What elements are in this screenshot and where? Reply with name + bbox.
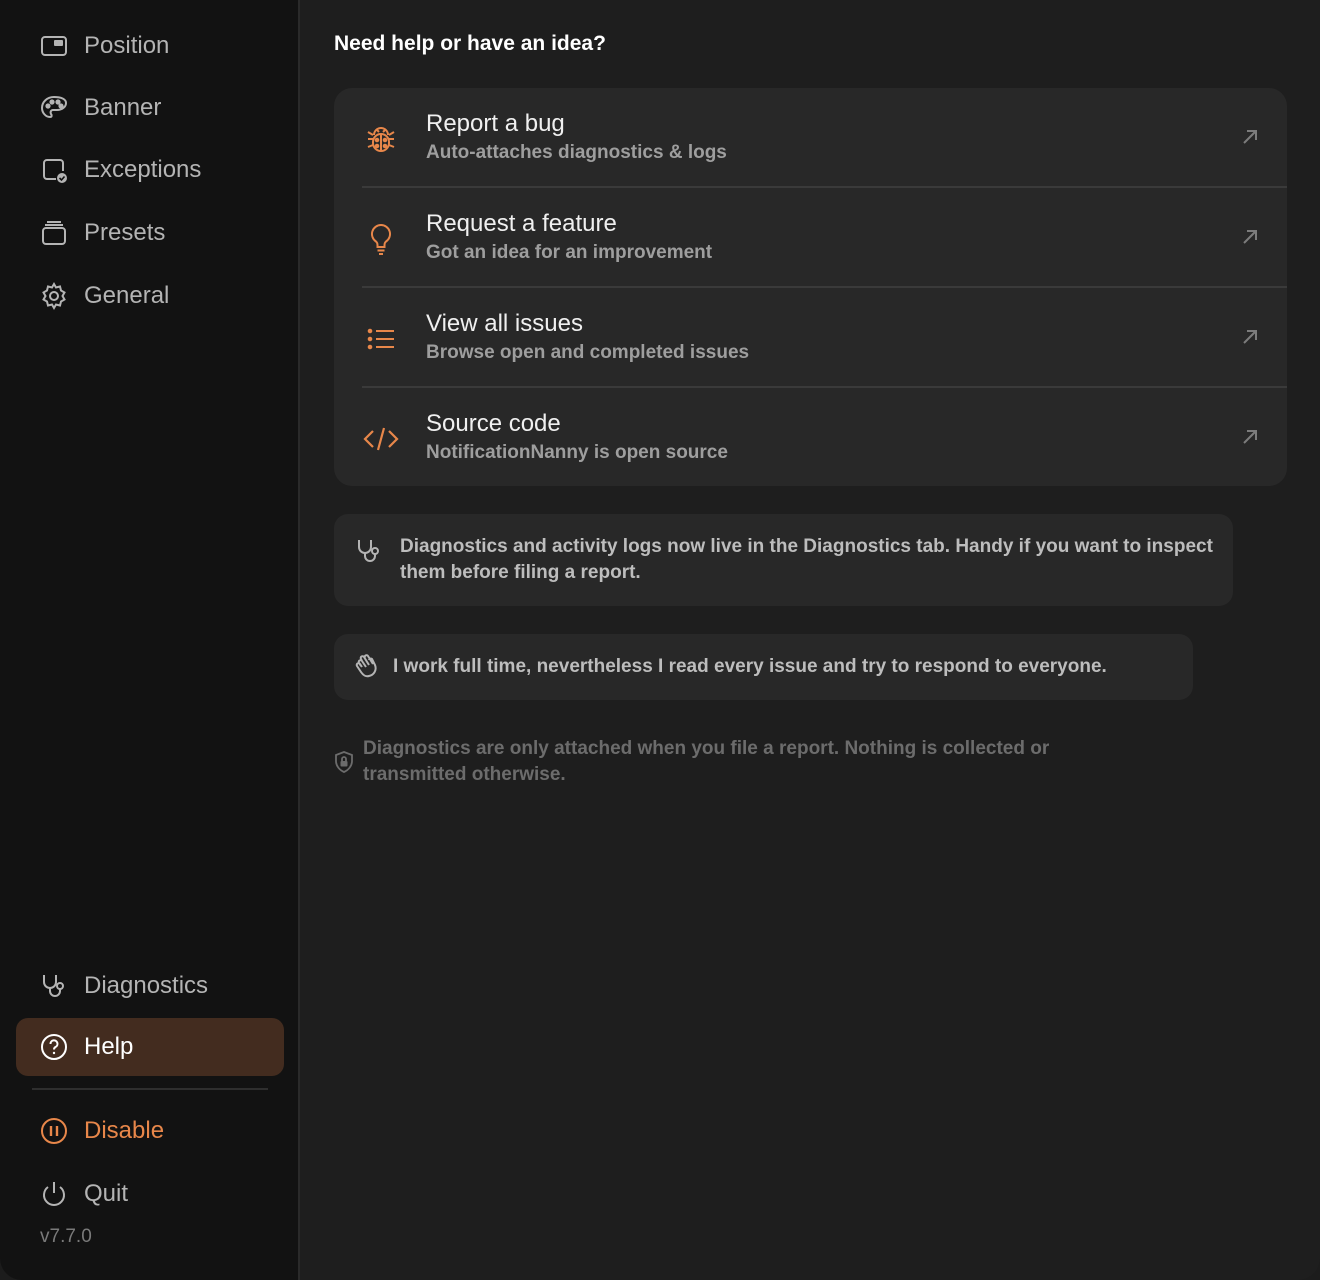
quit-button[interactable]: Quit — [16, 1166, 284, 1222]
presets-icon — [36, 215, 72, 251]
link-subtitle: Auto-attaches diagnostics & logs — [426, 142, 727, 163]
privacy-note-text: Diagnostics are only attached when you f… — [363, 738, 1050, 785]
help-icon — [36, 1029, 72, 1065]
stethoscope-icon — [36, 968, 72, 1004]
app-window: Position Banner Exceptions Presets Gener — [0, 0, 1320, 1280]
external-link-icon — [1243, 430, 1257, 444]
sidebar-item-help[interactable]: Help — [16, 1018, 284, 1076]
lightbulb-icon — [360, 218, 402, 260]
stethoscope-icon — [354, 536, 384, 566]
link-subtitle: Browse open and completed issues — [426, 342, 750, 363]
report-bug-link[interactable]: Report a bug Auto-attaches diagnostics &… — [334, 88, 1287, 187]
sidebar-item-label: Help — [84, 1033, 134, 1060]
sidebar-item-label: Diagnostics — [84, 972, 209, 999]
page-title: Need help or have an idea? — [334, 32, 606, 55]
power-icon — [36, 1176, 72, 1212]
diagnostics-note-text: Diagnostics and activity logs now live i… — [400, 536, 1213, 583]
source-code-link[interactable]: Source code NotificationNanny is open so… — [334, 388, 1287, 487]
personal-note-text: I work full time, nevertheless I read ev… — [393, 656, 1107, 677]
sidebar-item-diagnostics[interactable]: Diagnostics — [16, 958, 284, 1014]
diagnostics-note: Diagnostics and activity logs now live i… — [334, 514, 1233, 606]
version-label: v7.7.0 — [40, 1226, 92, 1247]
external-link-icon — [1243, 330, 1257, 344]
sidebar: Position Banner Exceptions Presets Gener — [0, 0, 300, 1280]
external-link-icon — [1243, 230, 1257, 244]
sidebar-item-label: Presets — [84, 219, 166, 246]
disable-label: Disable — [84, 1117, 165, 1144]
gear-icon — [36, 278, 72, 314]
external-link-icon — [1243, 130, 1257, 144]
sidebar-item-position[interactable]: Position — [16, 18, 284, 74]
bug-icon — [360, 118, 402, 160]
exceptions-icon — [36, 152, 72, 188]
main-content: Need help or have an idea? Report a bug … — [302, 0, 1320, 1280]
pause-icon — [36, 1113, 72, 1149]
sidebar-item-label: Exceptions — [84, 156, 202, 183]
code-icon — [360, 418, 402, 460]
quit-label: Quit — [84, 1180, 129, 1207]
shield-lock-icon — [335, 751, 353, 773]
personal-note: I work full time, nevertheless I read ev… — [334, 634, 1193, 700]
sidebar-item-general[interactable]: General — [16, 268, 284, 324]
sidebar-item-exceptions[interactable]: Exceptions — [16, 142, 284, 198]
sidebar-item-label: Position — [84, 32, 170, 59]
link-subtitle: NotificationNanny is open source — [426, 442, 728, 463]
link-title: Report a bug — [426, 110, 565, 137]
link-subtitle: Got an idea for an improvement — [426, 242, 713, 263]
link-title: Source code — [426, 410, 561, 437]
list-icon — [360, 318, 402, 360]
disable-button[interactable]: Disable — [16, 1103, 284, 1159]
link-title: Request a feature — [426, 210, 617, 237]
request-feature-link[interactable]: Request a feature Got an idea for an imp… — [334, 188, 1287, 287]
sidebar-item-presets[interactable]: Presets — [16, 205, 284, 261]
view-issues-link[interactable]: View all issues Browse open and complete… — [334, 288, 1287, 387]
help-links-card: Report a bug Auto-attaches diagnostics &… — [334, 88, 1287, 486]
position-icon — [36, 28, 72, 64]
link-title: View all issues — [426, 310, 583, 337]
sidebar-divider — [32, 1088, 268, 1090]
sidebar-item-label: General — [84, 282, 170, 309]
wave-hand-icon — [352, 652, 382, 682]
sidebar-item-label: Banner — [84, 94, 162, 121]
palette-icon — [36, 90, 72, 126]
sidebar-item-banner[interactable]: Banner — [16, 80, 284, 136]
